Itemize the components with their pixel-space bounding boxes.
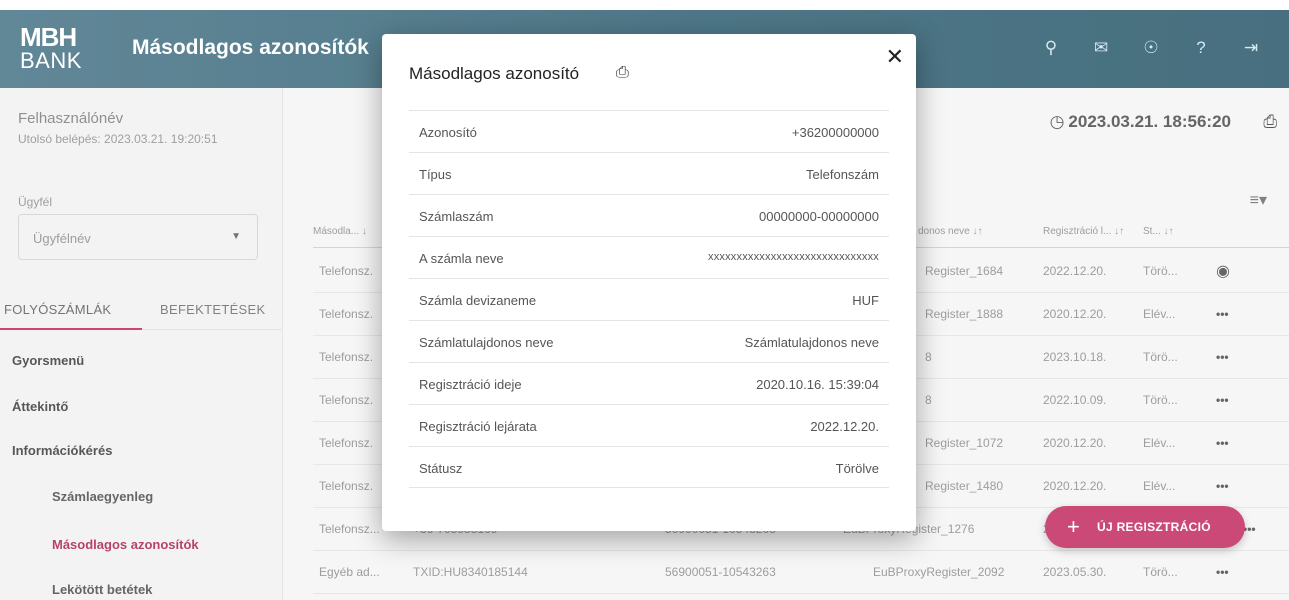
detail-label: Azonosító bbox=[419, 125, 477, 140]
detail-row-regisztracio-lejarata: Regisztráció lejárata 2022.12.20. bbox=[409, 404, 889, 446]
detail-value: 2020.10.16. 15:39:04 bbox=[756, 377, 879, 392]
detail-value: 2022.12.20. bbox=[810, 419, 879, 434]
detail-value: Telefonszám bbox=[806, 167, 879, 182]
dialog-title: Másodlagos azonosító bbox=[409, 64, 580, 83]
detail-row-szamlaszam: Számlaszám 00000000-00000000 bbox=[409, 194, 889, 236]
detail-label: A számla neve bbox=[419, 251, 504, 266]
detail-value: HUF bbox=[852, 293, 879, 308]
print-icon[interactable]: ⎙ bbox=[616, 64, 629, 82]
detail-label: Regisztráció ideje bbox=[419, 377, 522, 392]
detail-row-regisztracio-ideje: Regisztráció ideje 2020.10.16. 15:39:04 bbox=[409, 362, 889, 404]
detail-row-azonosito: Azonosító +36200000000 bbox=[409, 110, 889, 152]
detail-value: 00000000-00000000 bbox=[758, 209, 879, 224]
detail-value: Számlatulajdonos neve bbox=[744, 335, 879, 350]
detail-row-statusz: Státusz Törölve bbox=[409, 446, 889, 488]
detail-label: Típus bbox=[419, 167, 452, 182]
detail-label: Regisztráció lejárata bbox=[419, 419, 537, 434]
detail-row-tulajdonos: Számlatulajdonos neve Számlatulajdonos n… bbox=[409, 320, 889, 362]
detail-label: Számlatulajdonos neve bbox=[419, 335, 554, 350]
close-icon[interactable]: ✕ bbox=[886, 44, 904, 70]
detail-value: xxxxxxxxxxxxxxxxxxxxxxxxxxxxxx bbox=[708, 251, 879, 263]
detail-value: +36200000000 bbox=[791, 125, 879, 140]
detail-value: Törölve bbox=[835, 461, 879, 476]
detail-row-szamla-neve: A számla neve xxxxxxxxxxxxxxxxxxxxxxxxxx… bbox=[409, 236, 889, 278]
detail-label: Státusz bbox=[419, 461, 463, 476]
detail-row-devizanem: Számla devizaneme HUF bbox=[409, 278, 889, 320]
detail-label: Számlaszám bbox=[419, 209, 494, 224]
detail-row-tipus: Típus Telefonszám bbox=[409, 152, 889, 194]
secondary-id-dialog: Másodlagos azonosító ⎙ ✕ Azonosító +3620… bbox=[382, 34, 916, 531]
detail-label: Számla devizaneme bbox=[419, 293, 537, 308]
